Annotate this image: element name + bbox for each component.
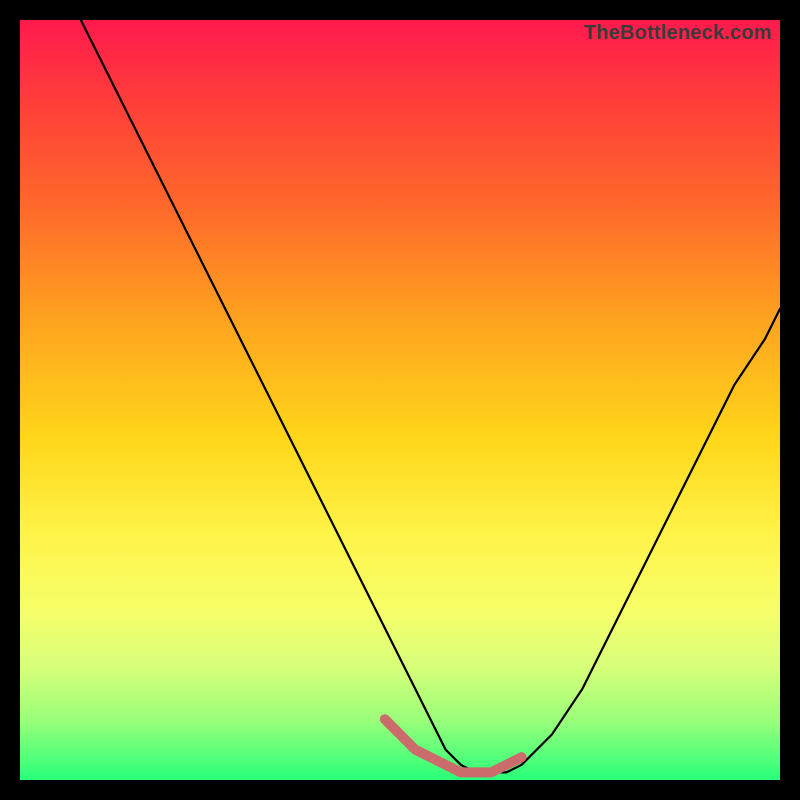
optimal-region-path <box>385 719 522 772</box>
plot-area: TheBottleneck.com <box>20 20 780 780</box>
bottleneck-curve-path <box>81 20 780 772</box>
chart-frame: TheBottleneck.com <box>0 0 800 800</box>
chart-svg <box>20 20 780 780</box>
